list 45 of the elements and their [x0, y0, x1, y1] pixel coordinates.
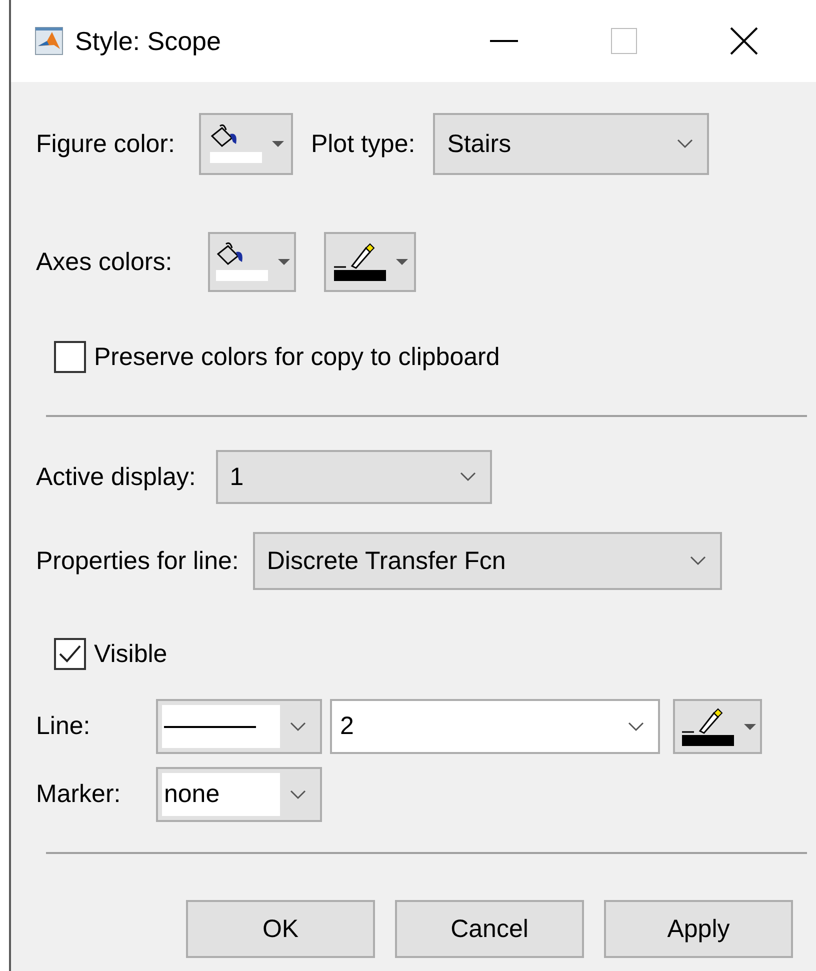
paint-bucket-icon: [208, 124, 264, 164]
pen-line-icon: [680, 706, 736, 746]
line-color-button[interactable]: [324, 232, 416, 292]
field-label: Figure color:: [36, 130, 175, 158]
window-title: Style: Scope: [75, 26, 222, 56]
preserve-colors-checkbox[interactable]: Preserve colors for copy to clipboard: [54, 341, 500, 373]
check-icon: [58, 644, 82, 664]
minimize-icon: [490, 39, 518, 43]
dialog-button[interactable]: OK: [186, 900, 375, 958]
plot-type-dropdown[interactable]: Stairs: [433, 113, 710, 175]
dialog-button[interactable]: Cancel: [395, 900, 584, 958]
checkbox-box[interactable]: [54, 638, 86, 670]
maximize-icon: [611, 28, 637, 54]
chevron-icon: [290, 790, 306, 800]
field-label: Marker:: [36, 780, 122, 809]
fill-color-button[interactable]: [198, 113, 293, 175]
line-properties-dropdown[interactable]: Discrete Transfer Fcn: [252, 532, 722, 590]
field-label: Axes colors:: [36, 248, 172, 276]
line-style-dropdown[interactable]: [156, 699, 322, 754]
chevron-icon: [460, 472, 476, 482]
pen-line-icon: [332, 242, 388, 282]
fill-color-button[interactable]: [208, 232, 296, 292]
active-display-dropdown[interactable]: 1: [216, 450, 492, 504]
chevron-icon: [690, 556, 706, 566]
chevron-icon: [677, 139, 694, 149]
caret-icon: [278, 259, 290, 265]
app-icon: [35, 27, 63, 55]
paint-bucket-icon: [214, 242, 270, 282]
caret-icon: [744, 724, 756, 730]
solid-line-icon: [164, 724, 256, 728]
visible-checkbox[interactable]: Visible: [54, 638, 168, 670]
field-label: Plot type:: [310, 130, 416, 158]
chevron-icon: [290, 722, 306, 732]
field-label: Properties for line:: [36, 546, 239, 576]
chevron-icon: [628, 722, 644, 732]
marker-dropdown[interactable]: none: [156, 767, 322, 822]
line-color-button[interactable]: [673, 699, 762, 754]
caret-icon: [272, 141, 284, 147]
field-label: Active display:: [36, 462, 196, 492]
line-width-combobox[interactable]: 2: [330, 699, 660, 754]
caret-icon: [396, 259, 408, 265]
close-icon: [730, 27, 758, 55]
field-label: Line:: [36, 712, 92, 741]
checkbox-box[interactable]: [54, 341, 86, 373]
dialog-button[interactable]: Apply: [604, 900, 793, 958]
